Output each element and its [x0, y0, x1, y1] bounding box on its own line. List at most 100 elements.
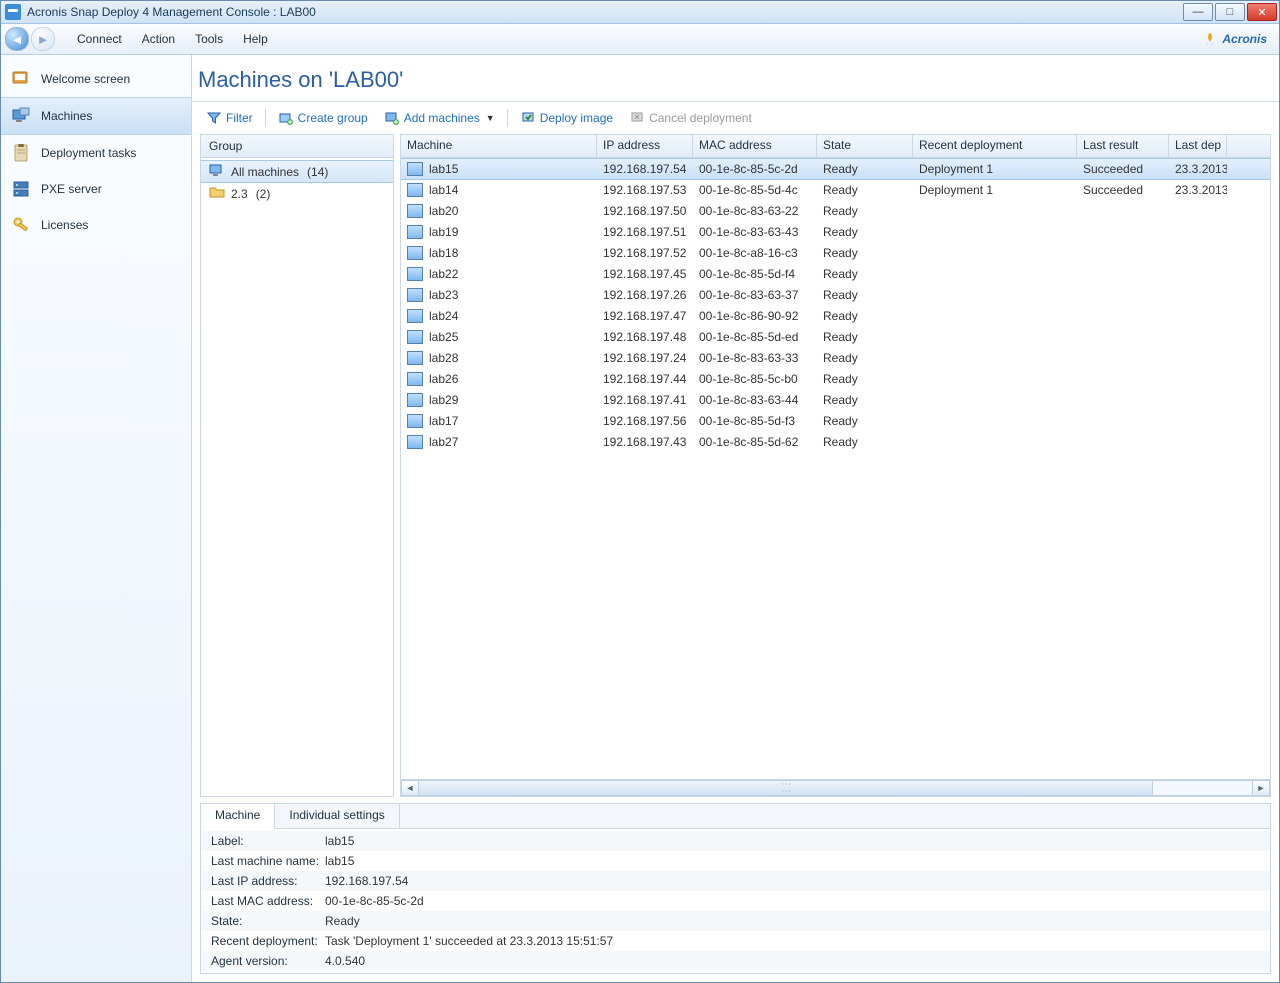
machine-name: lab25	[429, 330, 458, 344]
ip-cell: 192.168.197.45	[597, 267, 693, 281]
nav-forward-button[interactable]: ►	[31, 27, 55, 51]
recent-cell: Deployment 1	[913, 162, 1077, 176]
table-row[interactable]: lab22192.168.197.4500-1e-8c-85-5d-f4Read…	[401, 264, 1270, 285]
maximize-button[interactable]: □	[1215, 3, 1245, 21]
group-header: Group	[201, 135, 393, 158]
machine-rows: lab15192.168.197.5400-1e-8c-85-5c-2dRead…	[401, 158, 1270, 779]
details-label: Last machine name:	[211, 854, 325, 868]
toolbar: Filter Create group Add machines ▼	[192, 102, 1279, 134]
menu-tools[interactable]: Tools	[185, 28, 233, 50]
ip-cell: 192.168.197.44	[597, 372, 693, 386]
titlebar: Acronis Snap Deploy 4 Management Console…	[1, 1, 1279, 24]
table-row[interactable]: lab18192.168.197.5200-1e-8c-a8-16-c3Read…	[401, 243, 1270, 264]
tab-individual-settings[interactable]: Individual settings	[275, 804, 399, 828]
table-row[interactable]: lab15192.168.197.5400-1e-8c-85-5c-2dRead…	[401, 158, 1270, 180]
deploy-image-button[interactable]: Deploy image	[514, 108, 619, 128]
menubar: ◄ ► Connect Action Tools Help Acronis	[1, 24, 1279, 55]
key-icon	[11, 215, 31, 235]
table-row[interactable]: lab29192.168.197.4100-1e-8c-83-63-44Read…	[401, 390, 1270, 411]
details-panel: Machine Individual settings Label:lab15 L…	[200, 803, 1271, 974]
col-machine[interactable]: Machine	[401, 135, 597, 157]
state-cell: Ready	[817, 225, 913, 239]
brand-logo: Acronis	[1202, 31, 1267, 47]
window-title: Acronis Snap Deploy 4 Management Console…	[27, 5, 316, 19]
table-row[interactable]: lab23192.168.197.2600-1e-8c-83-63-37Read…	[401, 285, 1270, 306]
funnel-icon	[206, 110, 222, 126]
details-row: Label:lab15	[201, 831, 1270, 851]
table-row[interactable]: lab14192.168.197.5300-1e-8c-85-5d-4cRead…	[401, 180, 1270, 201]
mac-cell: 00-1e-8c-86-90-92	[693, 309, 817, 323]
state-cell: Ready	[817, 267, 913, 281]
table-row[interactable]: lab27192.168.197.4300-1e-8c-85-5d-62Read…	[401, 432, 1270, 453]
state-cell: Ready	[817, 435, 913, 449]
mac-cell: 00-1e-8c-83-63-44	[693, 393, 817, 407]
minimize-button[interactable]: —	[1183, 3, 1213, 21]
sidebar-item-machines[interactable]: Machines	[1, 97, 191, 135]
sidebar-item-licenses[interactable]: Licenses	[1, 207, 191, 243]
create-group-button[interactable]: Create group	[272, 108, 374, 128]
state-cell: Ready	[817, 309, 913, 323]
table-row[interactable]: lab28192.168.197.2400-1e-8c-83-63-33Read…	[401, 348, 1270, 369]
scroll-right-button[interactable]: ►	[1252, 780, 1270, 796]
sidebar-item-label: Welcome screen	[41, 72, 130, 86]
monitor-icon	[407, 204, 423, 218]
cancel-deployment-button[interactable]: Cancel deployment	[623, 108, 758, 128]
menu-help[interactable]: Help	[233, 28, 278, 50]
filter-button[interactable]: Filter	[200, 108, 259, 128]
sidebar-item-label: Deployment tasks	[41, 146, 136, 160]
col-recent[interactable]: Recent deployment	[913, 135, 1077, 157]
details-row: Last MAC address:00-1e-8c-85-5c-2d	[201, 891, 1270, 911]
sidebar-item-deployment-tasks[interactable]: Deployment tasks	[1, 135, 191, 171]
col-ip[interactable]: IP address	[597, 135, 693, 157]
details-tabs: Machine Individual settings	[201, 804, 1270, 829]
table-row[interactable]: lab26192.168.197.4400-1e-8c-85-5c-b0Read…	[401, 369, 1270, 390]
state-cell: Ready	[817, 288, 913, 302]
server-icon	[11, 179, 31, 199]
details-value: Ready	[325, 914, 360, 928]
col-lastdep[interactable]: Last dep	[1169, 135, 1227, 157]
sidebar-item-label: Licenses	[41, 218, 88, 232]
table-row[interactable]: lab20192.168.197.5000-1e-8c-83-63-22Read…	[401, 201, 1270, 222]
add-machines-button[interactable]: Add machines ▼	[378, 108, 501, 128]
sidebar-item-welcome[interactable]: Welcome screen	[1, 61, 191, 97]
table-row[interactable]: lab25192.168.197.4800-1e-8c-85-5d-edRead…	[401, 327, 1270, 348]
state-cell: Ready	[817, 393, 913, 407]
close-button[interactable]: ✕	[1247, 3, 1277, 21]
group-2-3[interactable]: 2.3 (2)	[201, 183, 393, 204]
machine-name: lab14	[429, 183, 458, 197]
group-all-machines[interactable]: All machines (14)	[201, 160, 393, 183]
tab-machine[interactable]: Machine	[201, 804, 275, 829]
panels: Group All machines (14) 2.3 (2)	[192, 134, 1279, 803]
scroll-thumb[interactable]	[419, 781, 1153, 795]
brand-icon	[1202, 31, 1218, 47]
monitor-icon	[407, 162, 423, 176]
state-cell: Ready	[817, 204, 913, 218]
sidebar-item-pxe-server[interactable]: PXE server	[1, 171, 191, 207]
machine-name: lab28	[429, 351, 458, 365]
details-row: Recent deployment:Task 'Deployment 1' su…	[201, 931, 1270, 951]
mac-cell: 00-1e-8c-85-5d-4c	[693, 183, 817, 197]
scroll-track[interactable]	[419, 780, 1252, 796]
group-panel: Group All machines (14) 2.3 (2)	[200, 134, 394, 797]
mac-cell: 00-1e-8c-83-63-33	[693, 351, 817, 365]
col-mac[interactable]: MAC address	[693, 135, 817, 157]
menu-connect[interactable]: Connect	[67, 28, 132, 50]
result-cell: Succeeded	[1077, 183, 1169, 197]
mac-cell: 00-1e-8c-85-5c-b0	[693, 372, 817, 386]
menu-action[interactable]: Action	[132, 28, 185, 50]
clipboard-icon	[11, 143, 31, 163]
scroll-left-button[interactable]: ◄	[401, 780, 419, 796]
machines-group-icon	[209, 163, 225, 180]
nav-back-button[interactable]: ◄	[5, 27, 29, 51]
col-result[interactable]: Last result	[1077, 135, 1169, 157]
monitor-icon	[407, 183, 423, 197]
table-row[interactable]: lab19192.168.197.5100-1e-8c-83-63-43Read…	[401, 222, 1270, 243]
sidebar: Welcome screen Machines Deployment tasks…	[1, 55, 192, 982]
details-value: lab15	[325, 854, 354, 868]
machine-name: lab22	[429, 267, 458, 281]
monitor-icon	[407, 330, 423, 344]
table-row[interactable]: lab17192.168.197.5600-1e-8c-85-5d-f3Read…	[401, 411, 1270, 432]
col-state[interactable]: State	[817, 135, 913, 157]
horizontal-scrollbar[interactable]: ◄ ►	[401, 779, 1270, 796]
table-row[interactable]: lab24192.168.197.4700-1e-8c-86-90-92Read…	[401, 306, 1270, 327]
